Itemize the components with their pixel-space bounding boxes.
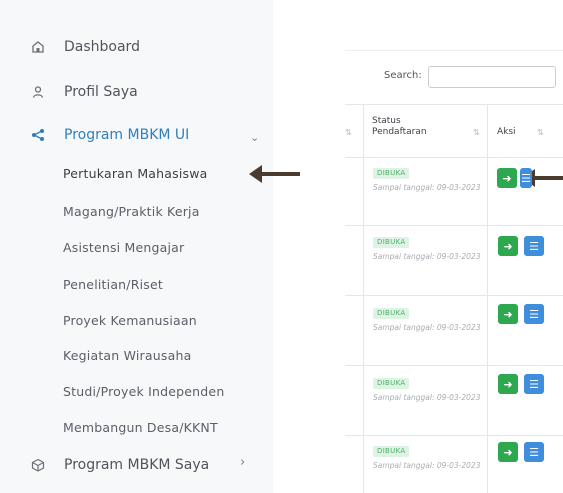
- status-note: Sampai tanggal: 09-03-2023: [373, 461, 481, 470]
- chevron-down-icon[interactable]: ⌄: [250, 131, 259, 144]
- annotation-arrow: [522, 169, 563, 187]
- sort-icon[interactable]: ⇅: [345, 128, 352, 137]
- status-note: Sampai tanggal: 09-03-2023: [373, 252, 481, 261]
- detail-button[interactable]: ☰: [524, 374, 544, 394]
- divider: [345, 104, 563, 105]
- divider: [363, 104, 364, 493]
- search-input[interactable]: [428, 66, 556, 88]
- sub-item-pertukaran[interactable]: Pertukaran Mahasiswa: [63, 166, 208, 181]
- divider: [345, 365, 563, 366]
- sub-item-proyek[interactable]: Proyek Kemanusiaan: [63, 313, 197, 328]
- detail-button[interactable]: ☰: [524, 304, 544, 324]
- divider: [487, 104, 488, 493]
- chevron-right-icon[interactable]: ›: [240, 455, 245, 470]
- nav-profil-label: Profil Saya: [64, 84, 138, 100]
- open-button[interactable]: ➜: [498, 304, 518, 324]
- column-header-status-line2: Pendaftaran: [372, 127, 427, 137]
- list-icon: ☰: [529, 445, 539, 459]
- nav-program-ui[interactable]: Program MBKM UI: [30, 123, 189, 147]
- divider: [345, 157, 563, 158]
- divider: [345, 225, 563, 226]
- sub-item-magang[interactable]: Magang/Praktik Kerja: [63, 204, 200, 219]
- sub-item-penelitian[interactable]: Penelitian/Riset: [63, 277, 163, 292]
- detail-button[interactable]: ☰: [524, 442, 544, 462]
- divider: [345, 50, 563, 51]
- open-button[interactable]: ➜: [498, 442, 518, 462]
- sub-item-studi[interactable]: Studi/Proyek Independen: [63, 384, 224, 399]
- open-button[interactable]: ➜: [498, 236, 518, 256]
- list-icon: ☰: [529, 377, 539, 391]
- status-note: Sampai tanggal: 09-03-2023: [373, 393, 481, 402]
- nav-profil[interactable]: Profil Saya: [30, 80, 138, 104]
- status-badge: DIBUKA: [373, 378, 410, 389]
- share-icon: [30, 127, 46, 143]
- column-header-status-line1: Status: [372, 116, 401, 126]
- nav-dashboard[interactable]: Dashboard: [30, 35, 140, 59]
- divider: [345, 295, 563, 296]
- arrow-right-icon: ➜: [503, 377, 513, 391]
- status-note: Sampai tanggal: 09-03-2023: [373, 323, 481, 332]
- arrow-right-icon: ➜: [502, 171, 512, 185]
- nav-dashboard-label: Dashboard: [64, 39, 140, 55]
- list-icon: ☰: [529, 239, 539, 253]
- sub-item-membangun-desa[interactable]: Membangun Desa/KKNT: [63, 420, 218, 435]
- box-icon: [30, 457, 46, 473]
- arrow-right-icon: ➜: [503, 239, 513, 253]
- user-icon: [30, 84, 46, 100]
- status-badge: DIBUKA: [373, 237, 410, 248]
- sidebar: Dashboard Profil Saya Program MBKM UI ⌄ …: [0, 0, 273, 493]
- status-badge: DIBUKA: [373, 168, 410, 179]
- home-icon: [30, 39, 46, 55]
- sort-icon[interactable]: ⇅: [537, 128, 544, 137]
- arrow-right-icon: ➜: [503, 445, 513, 459]
- list-icon: ☰: [529, 307, 539, 321]
- search-label: Search:: [384, 70, 422, 81]
- open-button[interactable]: ➜: [497, 168, 517, 188]
- arrow-right-icon: ➜: [503, 307, 513, 321]
- sub-item-wirausaha[interactable]: Kegiatan Wirausaha: [63, 348, 191, 363]
- status-badge: DIBUKA: [373, 446, 410, 457]
- divider: [345, 435, 563, 436]
- sort-icon[interactable]: ⇅: [473, 128, 480, 137]
- annotation-arrow: [249, 165, 300, 183]
- list-icon: ☰: [521, 171, 531, 185]
- nav-program-ui-label: Program MBKM UI: [64, 127, 190, 143]
- sub-item-asistensi[interactable]: Asistensi Mengajar: [63, 240, 184, 255]
- detail-button[interactable]: ☰: [524, 236, 544, 256]
- nav-program-saya[interactable]: Program MBKM Saya: [30, 453, 209, 477]
- column-header-aksi[interactable]: Aksi: [497, 127, 516, 138]
- column-header-status[interactable]: Status Pendaftaran: [372, 116, 427, 138]
- status-badge: DIBUKA: [373, 308, 410, 319]
- status-note: Sampai tanggal: 09-03-2023: [373, 183, 481, 192]
- open-button[interactable]: ➜: [498, 374, 518, 394]
- nav-program-saya-label: Program MBKM Saya: [64, 457, 210, 473]
- detail-button[interactable]: ☰: [520, 168, 532, 188]
